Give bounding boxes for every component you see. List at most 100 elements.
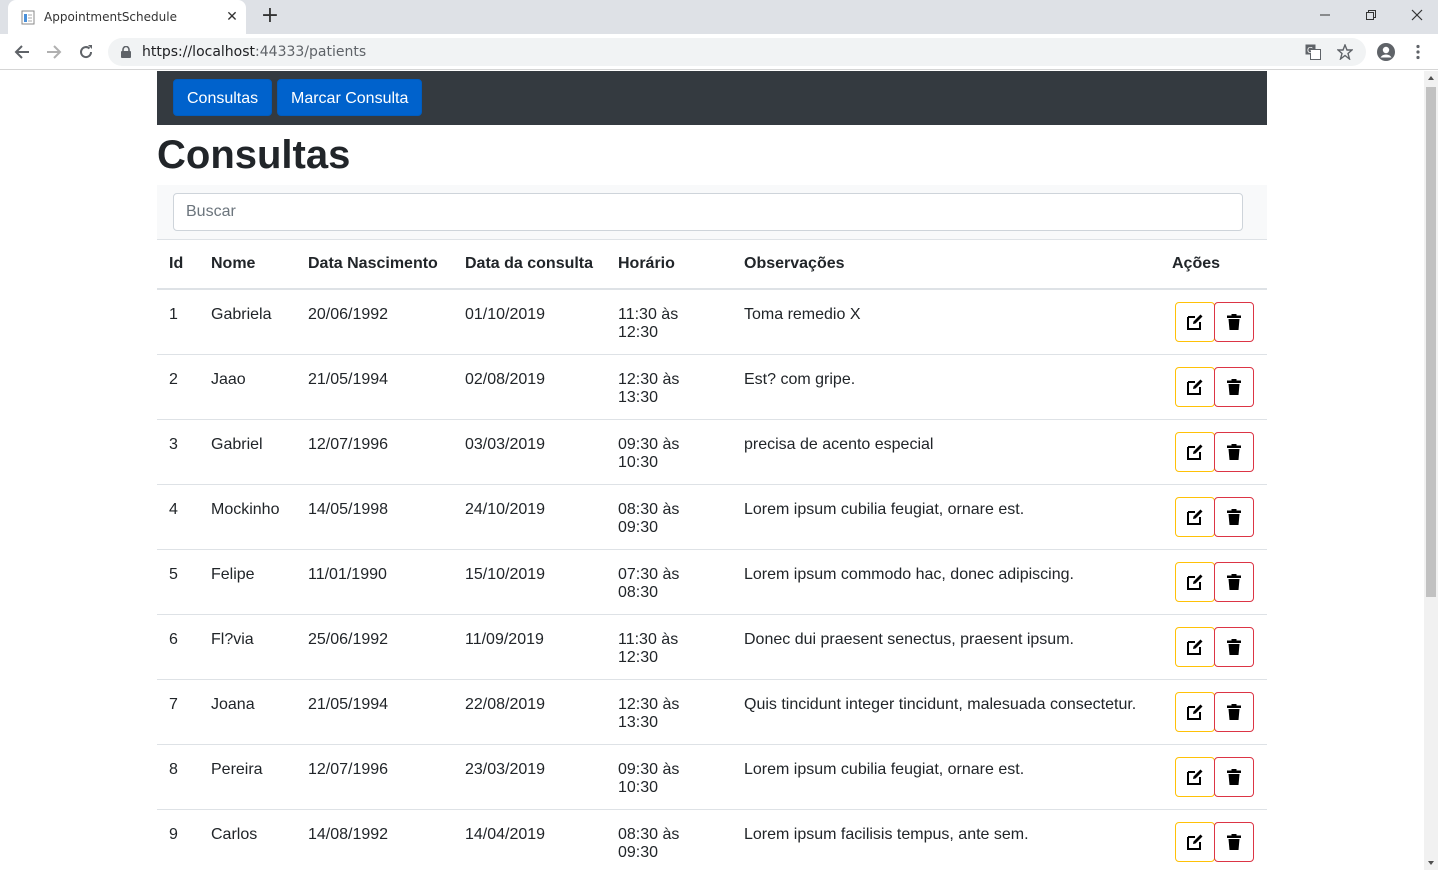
edit-button[interactable] xyxy=(1175,366,1215,407)
edit-button[interactable] xyxy=(1175,431,1215,472)
menu-kebab-icon[interactable] xyxy=(1406,40,1430,64)
edit-icon xyxy=(1186,833,1204,851)
cell-data-consulta: 22/08/2019 xyxy=(453,679,606,745)
cell-horario: 12:30 às 13:30 xyxy=(606,354,732,420)
restore-icon[interactable] xyxy=(1358,4,1384,26)
edit-button[interactable] xyxy=(1175,756,1215,797)
delete-button[interactable] xyxy=(1214,366,1254,407)
edit-button[interactable] xyxy=(1175,626,1215,667)
top-navbar: Consultas Marcar Consulta xyxy=(157,71,1267,125)
back-icon[interactable] xyxy=(10,40,34,64)
cell-acoes xyxy=(1160,354,1267,420)
page-viewport: Consultas Marcar Consulta Consultas Id N… xyxy=(0,71,1424,870)
edit-icon xyxy=(1186,638,1204,656)
edit-icon xyxy=(1186,313,1204,331)
scroll-thumb[interactable] xyxy=(1426,87,1436,597)
cell-data-nascimento: 11/01/1990 xyxy=(296,549,453,615)
table-row: 3 Gabriel 12/07/1996 03/03/2019 09:30 às 10:… xyxy=(157,419,1267,485)
header-id: Id xyxy=(157,240,199,290)
edit-icon xyxy=(1186,573,1204,591)
search-input[interactable] xyxy=(173,193,1243,231)
cell-data-nascimento: 21/05/1994 xyxy=(296,679,453,745)
edit-icon xyxy=(1186,443,1204,461)
cell-id: 6 xyxy=(157,614,199,680)
table-row: 9 Carlos 14/08/1992 14/04/2019 08:30 às 09:3… xyxy=(157,809,1267,870)
cell-id: 7 xyxy=(157,679,199,745)
cell-id: 3 xyxy=(157,419,199,485)
delete-button[interactable] xyxy=(1214,431,1254,472)
scroll-up-arrow-icon[interactable] xyxy=(1424,71,1438,85)
marcar-consulta-nav-button[interactable]: Marcar Consulta xyxy=(277,79,423,116)
close-tab-icon[interactable]: ✕ xyxy=(224,8,240,24)
table-row: 7 Joana 21/05/1994 22/08/2019 12:30 às 13:30… xyxy=(157,679,1267,745)
edit-icon xyxy=(1186,508,1204,526)
edit-icon xyxy=(1186,768,1204,786)
edit-button[interactable] xyxy=(1175,821,1215,862)
edit-button[interactable] xyxy=(1175,496,1215,537)
reload-icon[interactable] xyxy=(74,40,98,64)
edit-button[interactable] xyxy=(1175,691,1215,732)
page-title: Consultas xyxy=(157,133,351,177)
cell-nome: Carlos xyxy=(199,809,296,870)
cell-acoes xyxy=(1160,679,1267,745)
cell-acoes xyxy=(1160,549,1267,615)
tab-title: AppointmentSchedule xyxy=(44,10,177,24)
table-header-row: Id Nome Data Nascimento Data da consulta… xyxy=(157,240,1267,290)
forward-icon[interactable] xyxy=(42,40,66,64)
address-bar[interactable]: https://localhost:44333/patients G xyxy=(108,38,1366,66)
profile-icon[interactable] xyxy=(1374,40,1398,64)
cell-observacoes: Quis tincidunt integer tincidunt, malesu… xyxy=(732,679,1160,745)
svg-text:G: G xyxy=(1307,46,1313,55)
delete-button[interactable] xyxy=(1214,691,1254,732)
cell-data-nascimento: 14/05/1998 xyxy=(296,484,453,550)
cell-data-consulta: 01/10/2019 xyxy=(453,289,606,355)
trash-icon xyxy=(1227,443,1241,460)
delete-button[interactable] xyxy=(1214,302,1254,342)
new-tab-icon[interactable]: + xyxy=(260,5,280,27)
cell-horario: 09:30 às 10:30 xyxy=(606,419,732,485)
cell-data-consulta: 15/10/2019 xyxy=(453,549,606,615)
translate-icon[interactable]: G xyxy=(1304,43,1322,61)
minimize-icon[interactable] xyxy=(1312,4,1338,26)
cell-horario: 09:30 às 10:30 xyxy=(606,744,732,810)
header-acoes: Ações xyxy=(1160,240,1267,290)
cell-observacoes: Est? com gripe. xyxy=(732,354,1160,420)
edit-button[interactable] xyxy=(1175,561,1215,602)
lock-icon xyxy=(121,46,131,58)
browser-tab-bar: AppointmentSchedule ✕ + xyxy=(0,0,1438,34)
cell-observacoes: precisa de acento especial xyxy=(732,419,1160,485)
browser-tab[interactable]: AppointmentSchedule ✕ xyxy=(8,0,246,34)
close-window-icon[interactable] xyxy=(1404,4,1430,26)
trash-icon xyxy=(1227,508,1241,525)
delete-button[interactable] xyxy=(1214,756,1254,797)
page-container: Consultas Marcar Consulta Consultas Id N… xyxy=(157,71,1267,870)
cell-nome: Gabriel xyxy=(199,419,296,485)
trash-icon xyxy=(1227,768,1241,785)
cell-horario: 08:30 às 09:30 xyxy=(606,809,732,870)
table-row: 2 Jaao 21/05/1994 02/08/2019 12:30 às 13:30 E… xyxy=(157,354,1267,420)
bookmark-star-icon[interactable] xyxy=(1336,43,1354,61)
cell-id: 9 xyxy=(157,809,199,870)
cell-id: 5 xyxy=(157,549,199,615)
cell-observacoes: Lorem ipsum cubilia feugiat, ornare est. xyxy=(732,744,1160,810)
cell-observacoes: Donec dui praesent senectus, praesent ip… xyxy=(732,614,1160,680)
cell-acoes xyxy=(1160,289,1267,355)
consultas-nav-button[interactable]: Consultas xyxy=(173,79,273,116)
cell-acoes xyxy=(1160,614,1267,680)
cell-data-consulta: 14/04/2019 xyxy=(453,809,606,870)
delete-button[interactable] xyxy=(1214,821,1254,862)
delete-button[interactable] xyxy=(1214,626,1254,667)
trash-icon xyxy=(1227,378,1241,395)
cell-observacoes: Lorem ipsum commodo hac, donec adipiscin… xyxy=(732,549,1160,615)
table-body: 1 Gabriela 20/06/1992 01/10/2019 11:30 às 12… xyxy=(157,289,1267,870)
delete-button[interactable] xyxy=(1214,561,1254,602)
vertical-scrollbar[interactable] xyxy=(1424,71,1438,870)
cell-data-consulta: 02/08/2019 xyxy=(453,354,606,420)
table-row: 5 Felipe 11/01/1990 15/10/2019 07:30 às 08:3… xyxy=(157,549,1267,615)
scroll-down-arrow-icon[interactable] xyxy=(1424,856,1438,870)
trash-icon xyxy=(1227,573,1241,590)
edit-button[interactable] xyxy=(1175,302,1215,342)
delete-button[interactable] xyxy=(1214,496,1254,537)
cell-data-nascimento: 25/06/1992 xyxy=(296,614,453,680)
cell-acoes xyxy=(1160,744,1267,810)
